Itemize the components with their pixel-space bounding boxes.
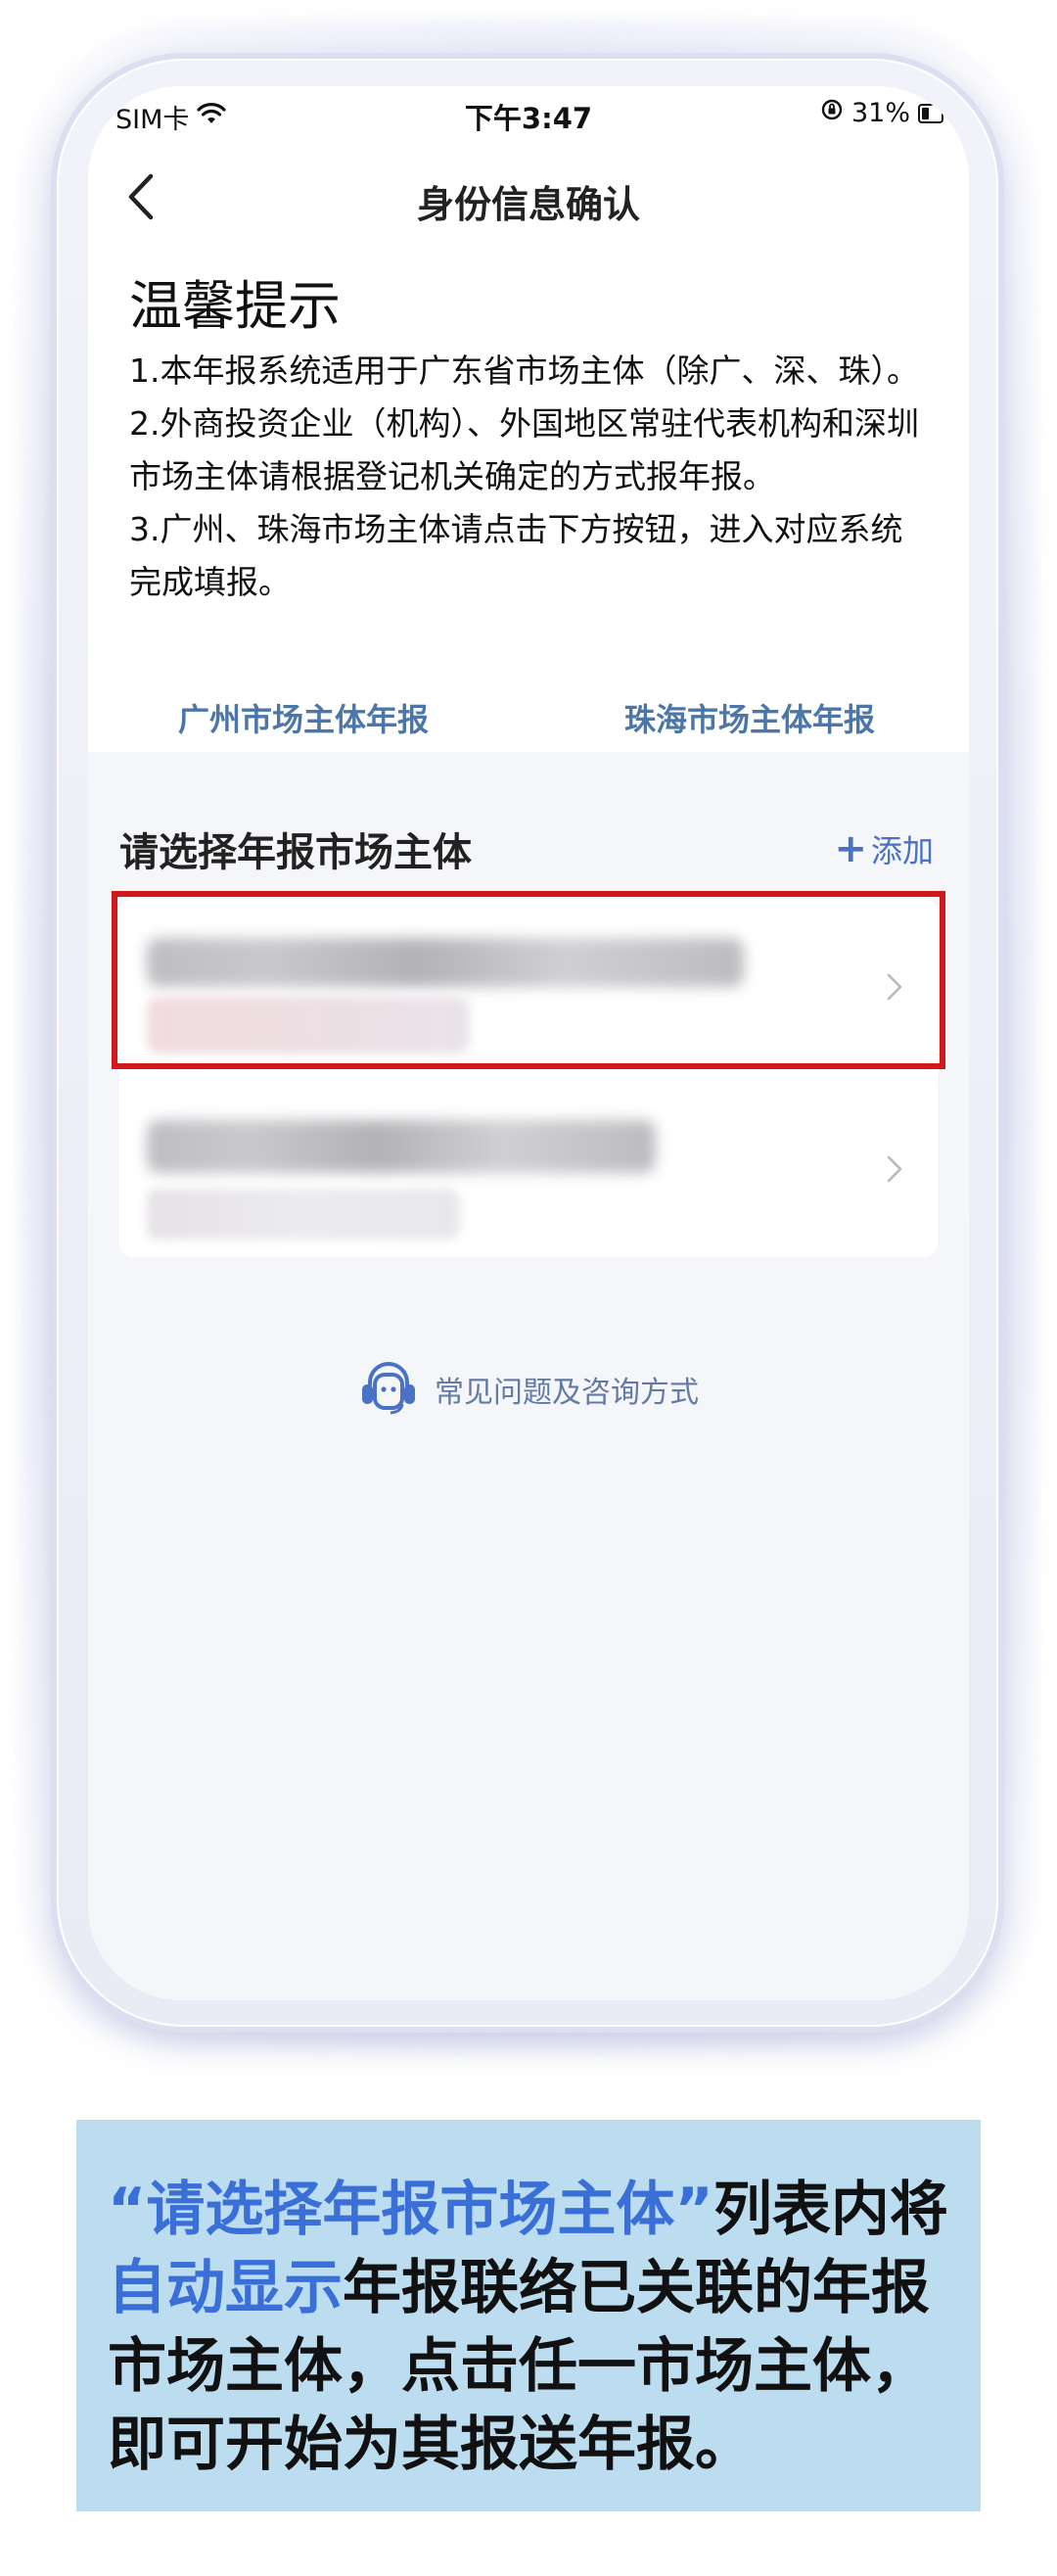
- nav-bar: 身份信息确认: [88, 145, 969, 255]
- battery-percent: 31%: [850, 98, 910, 128]
- caption-box: “请选择年报市场主体”列表内将自动显示年报联络已关联的年报市场主体，点击任一市场…: [76, 2120, 981, 2511]
- customer-service-icon: [358, 1359, 419, 1420]
- add-entity-label: 添加: [870, 832, 934, 869]
- phone-screen: SIM卡 下午3:47 31% 身份信息确认 温馨提示 1.本年报系统适用于广东…: [88, 86, 969, 2000]
- zhuhai-annual-report-link[interactable]: 珠海市场主体年报: [624, 695, 875, 740]
- tip-line-3: 3.广州、珠海市场主体请点击下方按钮，进入对应系统完成填报。: [129, 510, 903, 601]
- section-title: 请选择年报市场主体: [119, 830, 472, 875]
- caption-highlight: 自动显示: [108, 2254, 343, 2322]
- caption-quote: “请选择年报市场主体”: [108, 2176, 713, 2244]
- guangzhou-annual-report-link[interactable]: 广州市场主体年报: [178, 695, 429, 740]
- add-entity-button[interactable]: + 添加: [834, 826, 934, 871]
- redacted-entity-id: [147, 1189, 460, 1240]
- tips-title: 温馨提示: [129, 275, 341, 337]
- entity-row[interactable]: [119, 1081, 938, 1257]
- chevron-right-icon: [881, 1149, 908, 1189]
- orientation-lock-icon: [820, 98, 844, 128]
- tips-body: 1.本年报系统适用于广东省市场主体（除广、深、珠）。 2.外商投资企业（机构）、…: [129, 345, 932, 609]
- highlight-annotation-box: [112, 891, 945, 1069]
- tips-section: 温馨提示 1.本年报系统适用于广东省市场主体（除广、深、珠）。 2.外商投资企业…: [88, 255, 969, 752]
- battery-icon: [918, 103, 943, 123]
- status-right: 31%: [820, 98, 943, 128]
- tip-line-2: 2.外商投资企业（机构）、外国地区常驻代表机构和深圳市场主体请根据登记机关确定的…: [129, 404, 919, 495]
- faq-link[interactable]: 常见问题及咨询方式: [88, 1359, 969, 1420]
- redacted-entity-name: [147, 1120, 656, 1173]
- tip-line-1: 1.本年报系统适用于广东省市场主体（除广、深、珠）。: [129, 351, 919, 390]
- page-title: 身份信息确认: [416, 183, 640, 226]
- faq-label: 常见问题及咨询方式: [435, 1376, 699, 1410]
- caption-text-part-1: 列表内将: [712, 2176, 948, 2244]
- status-bar: SIM卡 下午3:47 31%: [88, 86, 969, 145]
- plus-icon: +: [834, 826, 867, 871]
- caption-text: “请选择年报市场主体”列表内将自动显示年报联络已关联的年报市场主体，点击任一市场…: [108, 2171, 955, 2484]
